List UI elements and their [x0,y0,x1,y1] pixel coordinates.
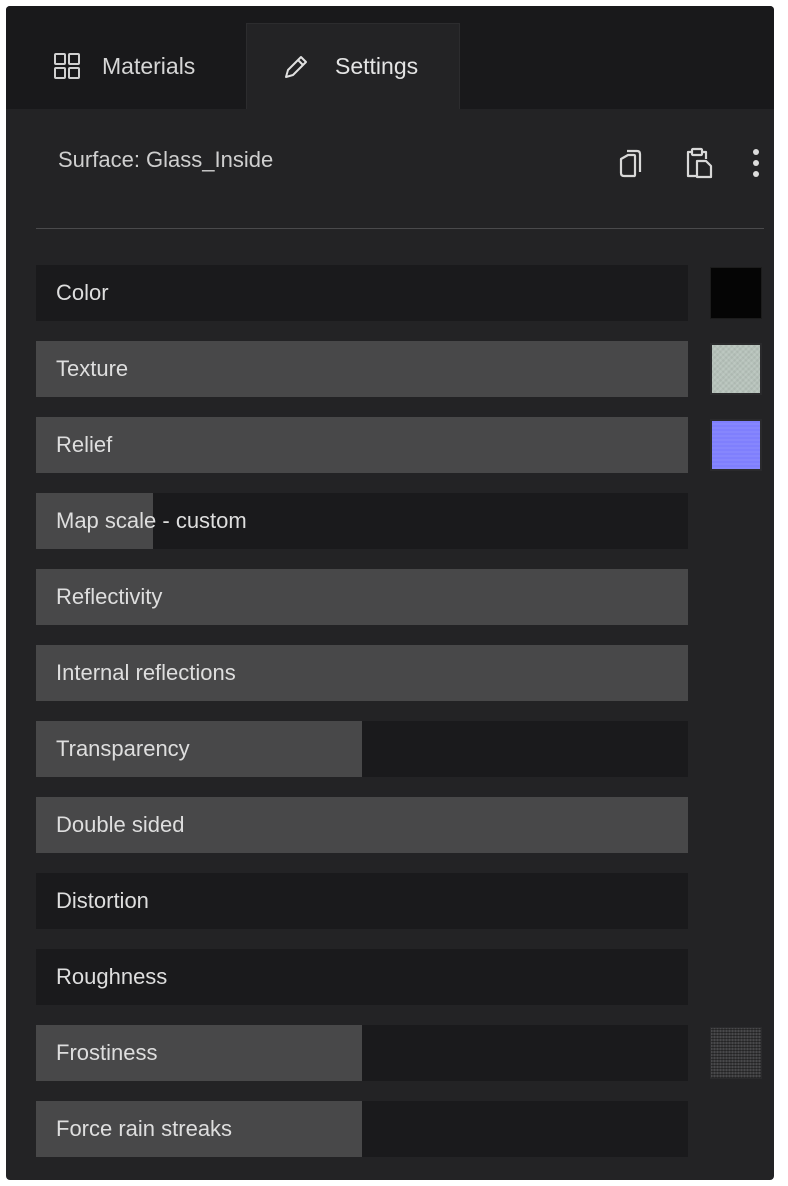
tab-materials-label: Materials [102,52,196,79]
property-row-relief[interactable]: Relief [36,417,688,473]
grid-icon [52,51,82,81]
material-settings-panel: Materials Settings Surface: Glass_Inside [6,6,774,1180]
property-label: Transparency [56,736,190,761]
pencil-icon [281,52,311,82]
value-fill [36,417,688,473]
property-row-internal-reflections[interactable]: Internal reflections [36,645,688,701]
property-row-map-scale[interactable]: Map scale - custom [36,493,688,549]
property-label: Force rain streaks [56,1116,233,1141]
color-swatch[interactable] [710,267,762,319]
tab-settings-label: Settings [335,53,419,79]
texture-thumbnail[interactable] [710,343,762,395]
more-vertical-icon[interactable] [746,144,766,182]
property-row-color[interactable]: Color [36,265,688,321]
value-fill [36,341,688,397]
property-row-frostiness[interactable]: Frostiness [36,1025,688,1081]
property-label: Reflectivity [56,584,163,609]
property-row-double-sided[interactable]: Double sided [36,797,688,853]
tab-bar: Materials Settings [6,6,774,109]
relief-map-thumbnail[interactable] [710,419,762,471]
property-row-roughness[interactable]: Roughness [36,949,688,1005]
property-row-transparency[interactable]: Transparency [36,721,688,777]
property-label: Roughness [56,964,168,989]
property-label: Internal reflections [56,660,236,685]
surface-title: Surface: Glass_Inside [58,147,274,172]
property-label: Color [56,280,109,305]
property-label: Distortion [56,888,149,913]
property-row-distortion[interactable]: Distortion [36,873,688,929]
frost-texture-thumbnail[interactable] [710,1027,762,1079]
property-label: Double sided [56,812,185,837]
property-label: Map scale - custom [56,508,247,533]
property-label: Texture [56,356,129,381]
property-row-force-rain-streaks[interactable]: Force rain streaks [36,1101,688,1157]
property-row-texture[interactable]: Texture [36,341,688,397]
property-row-reflectivity[interactable]: Reflectivity [36,569,688,625]
tab-settings[interactable]: Settings [246,23,460,109]
header-divider [36,228,764,229]
paste-icon[interactable] [683,144,715,182]
property-label: Frostiness [56,1040,158,1065]
property-label: Relief [56,432,113,457]
tab-materials[interactable]: Materials [38,23,243,109]
copy-icon[interactable] [614,144,646,182]
